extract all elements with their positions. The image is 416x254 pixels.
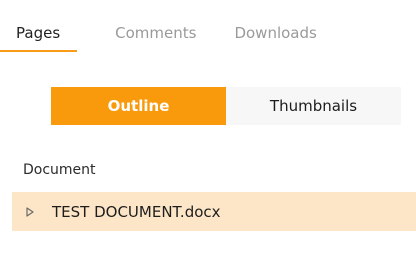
tab-bar: Pages Comments Downloads	[0, 24, 355, 52]
tree-item-document[interactable]: TEST DOCUMENT.docx	[12, 192, 416, 231]
tree-item-label: TEST DOCUMENT.docx	[52, 202, 221, 221]
view-toggle: Outline Thumbnails	[51, 87, 401, 125]
outline-button[interactable]: Outline	[51, 87, 226, 125]
tab-pages[interactable]: Pages	[0, 24, 78, 52]
sidebar-panel: Pages Comments Downloads Outline Thumbna…	[0, 0, 416, 254]
tab-comments[interactable]: Comments	[115, 24, 196, 52]
thumbnails-button[interactable]: Thumbnails	[226, 87, 401, 125]
tab-downloads[interactable]: Downloads	[234, 24, 316, 52]
caret-right-icon[interactable]	[24, 206, 36, 217]
section-label-document: Document	[23, 162, 96, 178]
